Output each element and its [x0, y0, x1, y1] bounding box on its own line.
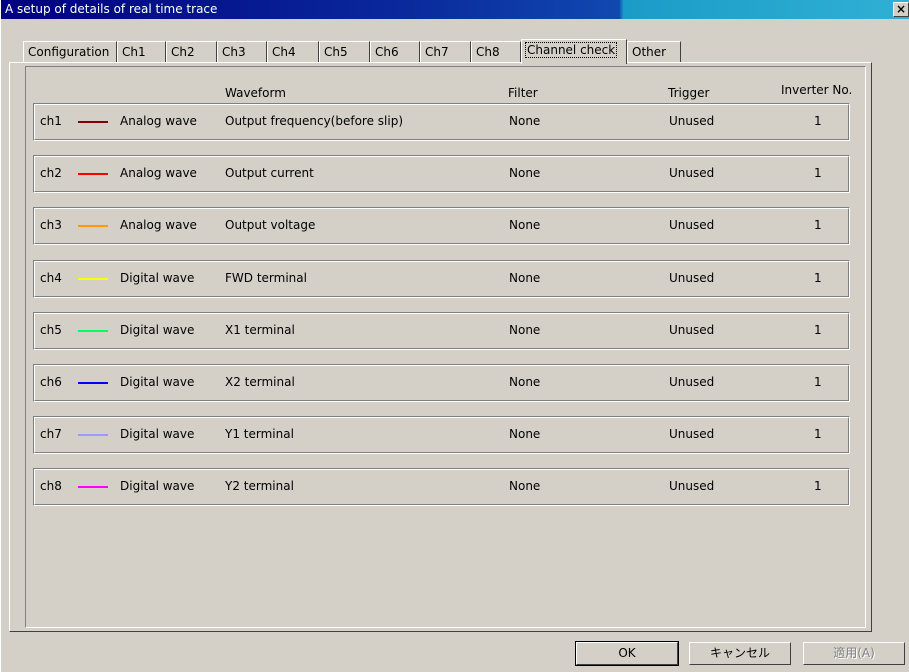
channel-id: ch4: [40, 271, 62, 285]
wave-type: Digital wave: [120, 375, 195, 389]
filter-value: None: [509, 427, 541, 441]
tab-label: Ch7: [425, 45, 449, 59]
inverter-no: 1: [814, 271, 822, 285]
channel-color-swatch: [78, 121, 108, 123]
tab-ch1[interactable]: Ch1: [117, 41, 166, 63]
channel-row-ch6: ch6 Digital wave X2 terminal None Unused 1: [33, 364, 850, 402]
inverter-no: 1: [814, 427, 822, 441]
waveform-name: Y2 terminal: [225, 479, 294, 493]
waveform-name: Output current: [225, 166, 314, 180]
trigger-value: Unused: [669, 271, 715, 285]
waveform-name: X2 terminal: [225, 375, 295, 389]
trigger-value: Unused: [669, 323, 715, 337]
header-inverter-no: Inverter No.: [781, 83, 853, 97]
filter-value: None: [509, 114, 541, 128]
tab-label: Ch1: [122, 45, 146, 59]
tab-label: Ch4: [272, 45, 296, 59]
wave-type: Analog wave: [120, 166, 197, 180]
inverter-no: 1: [814, 375, 822, 389]
waveform-name: Y1 terminal: [225, 427, 294, 441]
trigger-value: Unused: [669, 166, 715, 180]
waveform-name: Output voltage: [225, 218, 316, 232]
waveform-name: X1 terminal: [225, 323, 295, 337]
filter-value: None: [509, 271, 541, 285]
title-bar[interactable]: A setup of details of real time trace ×: [1, 0, 909, 19]
tab-ch4[interactable]: Ch4: [267, 41, 319, 63]
wave-type: Analog wave: [120, 114, 197, 128]
tab-configuration[interactable]: Configuration: [23, 41, 117, 63]
filter-value: None: [509, 323, 541, 337]
wave-type: Digital wave: [120, 323, 195, 337]
filter-value: None: [509, 218, 541, 232]
wave-type: Digital wave: [120, 427, 195, 441]
trigger-value: Unused: [669, 114, 715, 128]
channel-color-swatch: [78, 486, 108, 488]
tab-other[interactable]: Other: [627, 41, 681, 63]
tab-ch3[interactable]: Ch3: [217, 41, 267, 63]
header-filter: Filter: [508, 86, 538, 100]
channel-row-ch7: ch7 Digital wave Y1 terminal None Unused 1: [33, 416, 850, 454]
filter-value: None: [509, 375, 541, 389]
tab-label: Ch3: [222, 45, 246, 59]
channel-color-swatch: [78, 278, 108, 280]
channel-id: ch3: [40, 218, 62, 232]
waveform-name: FWD terminal: [225, 271, 307, 285]
dialog-window: A setup of details of real time trace × …: [0, 0, 909, 672]
channel-id: ch1: [40, 114, 62, 128]
close-button[interactable]: ×: [893, 2, 909, 17]
wave-type: Digital wave: [120, 271, 195, 285]
header-trigger: Trigger: [668, 86, 710, 100]
channel-color-swatch: [78, 434, 108, 436]
channel-color-swatch: [78, 225, 108, 227]
tab-channel-check[interactable]: Channel check: [521, 39, 627, 64]
channel-color-swatch: [78, 173, 108, 175]
channel-id: ch7: [40, 427, 62, 441]
trigger-value: Unused: [669, 218, 715, 232]
channel-color-swatch: [78, 382, 108, 384]
channel-row-ch2: ch2 Analog wave Output current None Unused 1: [33, 155, 850, 193]
channel-row-ch4: ch4 Digital wave FWD terminal None Unused 1: [33, 260, 850, 298]
tab-label: Ch2: [171, 45, 195, 59]
tab-ch5[interactable]: Ch5: [319, 41, 370, 63]
inverter-no: 1: [814, 166, 822, 180]
window-title: A setup of details of real time trace: [5, 2, 218, 16]
tab-ch7[interactable]: Ch7: [420, 41, 471, 63]
waveform-name: Output frequency(before slip): [225, 114, 404, 128]
trigger-value: Unused: [669, 427, 715, 441]
tab-ch8[interactable]: Ch8: [471, 41, 521, 63]
channel-row-ch8: ch8 Digital wave Y2 terminal None Unused 1: [33, 468, 850, 506]
tab-label: Other: [632, 45, 667, 59]
filter-value: None: [509, 166, 541, 180]
wave-type: Digital wave: [120, 479, 195, 493]
tab-ch6[interactable]: Ch6: [370, 41, 420, 63]
channel-row-ch1: ch1 Analog wave Output frequency(before sl…: [33, 103, 850, 141]
filter-value: None: [509, 479, 541, 493]
tab-label: Ch5: [324, 45, 348, 59]
inverter-no: 1: [814, 114, 822, 128]
trigger-value: Unused: [669, 375, 715, 389]
channel-id: ch6: [40, 375, 62, 389]
wave-type: Analog wave: [120, 218, 197, 232]
trigger-value: Unused: [669, 479, 715, 493]
ok-button[interactable]: OK: [575, 641, 679, 666]
tab-label: Ch6: [375, 45, 399, 59]
header-waveform: Waveform: [225, 86, 286, 100]
tab-label: Channel check: [524, 42, 618, 58]
channel-row-ch5: ch5 Digital wave X1 terminal None Unused 1: [33, 312, 850, 350]
channel-color-swatch: [78, 330, 108, 332]
tab-ch2[interactable]: Ch2: [166, 41, 217, 63]
inverter-no: 1: [814, 479, 822, 493]
apply-button[interactable]: 適用(A): [803, 642, 905, 665]
inverter-no: 1: [814, 218, 822, 232]
channel-id: ch5: [40, 323, 62, 337]
channel-id: ch8: [40, 479, 62, 493]
tab-label: Ch8: [476, 45, 500, 59]
channel-id: ch2: [40, 166, 62, 180]
tab-label: Configuration: [28, 45, 110, 59]
inverter-no: 1: [814, 323, 822, 337]
cancel-button[interactable]: キャンセル: [689, 642, 791, 665]
channel-row-ch3: ch3 Analog wave Output voltage None Unused 1: [33, 207, 850, 245]
